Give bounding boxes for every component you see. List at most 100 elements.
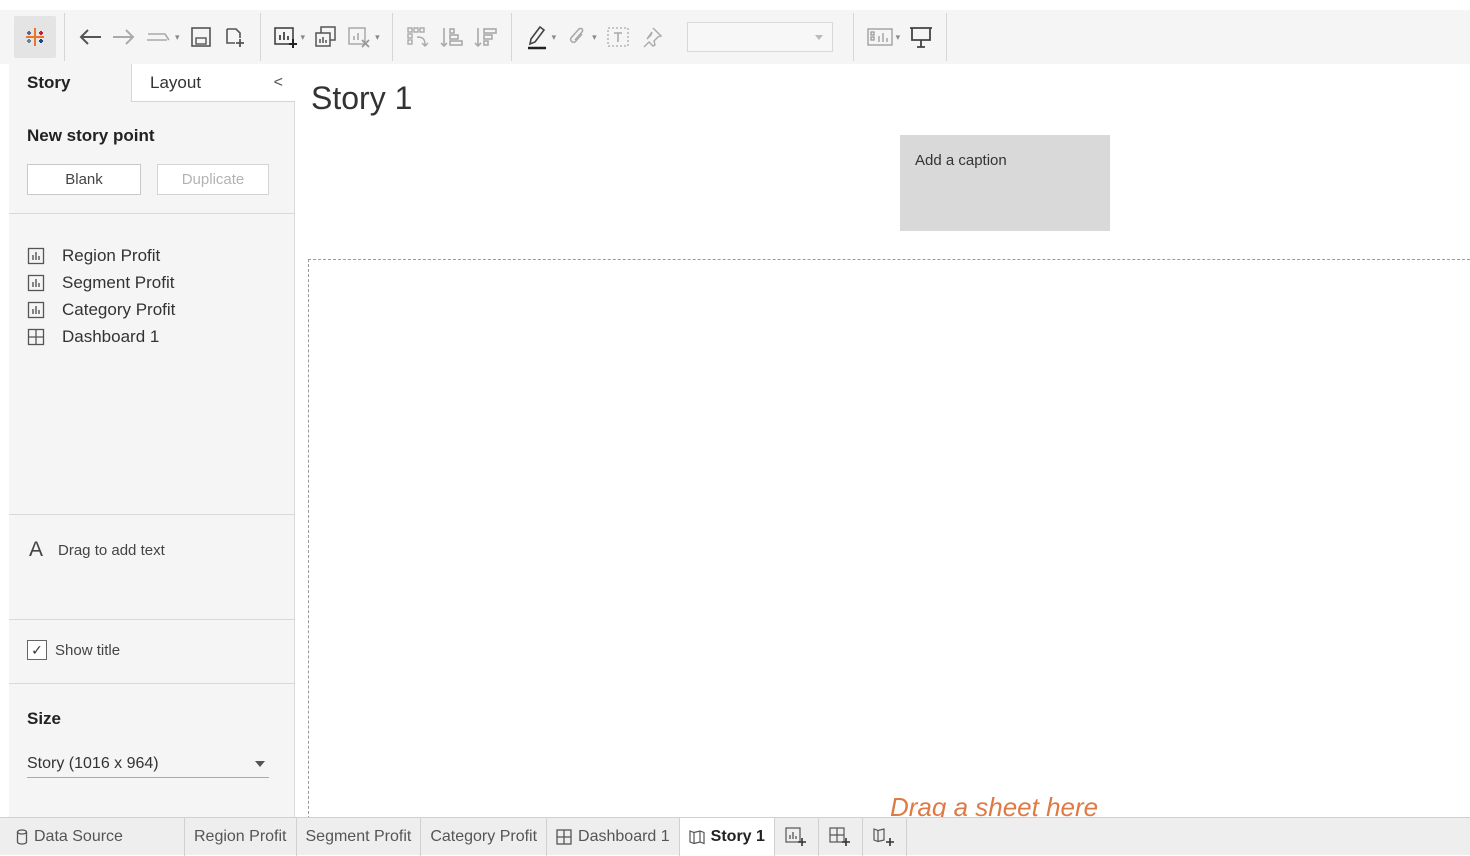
highlighter-pen-icon — [527, 25, 546, 50]
bar-chart-icon — [27, 274, 49, 292]
sheet-item-dashboard-1[interactable]: Dashboard 1 — [27, 323, 175, 350]
replay-button[interactable] — [145, 20, 173, 54]
swap-icon — [406, 27, 429, 47]
tab-dashboard-1[interactable]: Dashboard 1 — [547, 818, 680, 856]
sheet-item-category-profit[interactable]: Category Profit — [27, 296, 175, 323]
clear-sheet-button[interactable] — [347, 20, 373, 54]
fit-dropdown-caret-icon — [814, 35, 823, 40]
collapse-chevron-left-icon[interactable]: < — [274, 74, 283, 92]
sort-ascending-button[interactable] — [439, 20, 465, 54]
panel-divider — [9, 683, 295, 684]
replay-dropdown-icon[interactable]: ▾ — [175, 32, 180, 43]
dropdown-caret-icon — [255, 761, 265, 767]
show-me-chart-icon — [867, 28, 893, 46]
panel-divider — [9, 619, 295, 620]
swap-rows-columns-button[interactable] — [405, 20, 431, 54]
text-a-icon: A — [29, 538, 44, 561]
save-button[interactable] — [188, 20, 214, 54]
tab-story[interactable]: Story — [9, 64, 131, 102]
show-title-checkbox[interactable]: ✓ — [27, 640, 47, 660]
size-heading: Size — [27, 709, 62, 728]
size-dropdown-value: Story (1016 x 964) — [27, 754, 159, 772]
new-worksheet-dropdown-icon[interactable]: ▾ — [301, 32, 306, 43]
sheet-item-label: Segment Profit — [62, 272, 175, 292]
redo-button[interactable] — [111, 20, 137, 54]
sheet-tab-bar: Data Source Region Profit Segment Profit… — [0, 817, 1470, 856]
sheet-item-segment-profit[interactable]: Segment Profit — [27, 269, 175, 296]
toolbar-separator — [852, 13, 854, 61]
sheet-drop-zone[interactable] — [308, 259, 1470, 829]
bar-chart-icon — [27, 247, 49, 265]
clear-sheet-dropdown-icon[interactable]: ▾ — [375, 32, 380, 43]
drag-to-add-text-item[interactable]: A Drag to add text — [29, 538, 165, 562]
bar-chart-icon — [27, 301, 49, 319]
tab-story-1[interactable]: Story 1 — [679, 818, 775, 856]
blank-button[interactable]: Blank — [27, 164, 141, 195]
tab-layout[interactable]: Layout < — [131, 64, 295, 102]
group-dropdown-icon[interactable]: ▾ — [592, 32, 597, 43]
sheet-list: Region Profit Segment Profit Category Pr… — [27, 242, 175, 350]
toolbar-separator — [946, 13, 948, 61]
tab-region-profit[interactable]: Region Profit — [185, 818, 297, 856]
size-dropdown[interactable]: Story (1016 x 964) — [27, 750, 269, 778]
story-book-icon — [689, 829, 705, 845]
add-data-source-icon — [225, 28, 244, 47]
tab-layout-label: Layout — [150, 73, 202, 92]
arrow-left-icon — [79, 29, 101, 45]
checkmark-icon: ✓ — [31, 641, 43, 658]
tableau-logo-icon[interactable] — [14, 16, 56, 58]
presentation-icon — [910, 27, 933, 48]
fix-axes-button[interactable] — [639, 20, 665, 54]
replay-arrow-icon — [147, 33, 170, 41]
highlight-button[interactable] — [524, 20, 550, 54]
panel-divider — [9, 514, 295, 515]
presentation-mode-button[interactable] — [908, 20, 934, 54]
new-dashboard-tab-button[interactable] — [819, 818, 863, 856]
tab-label: Region Profit — [194, 828, 287, 845]
sort-descending-button[interactable] — [473, 20, 499, 54]
show-title-label: Show title — [55, 641, 121, 659]
tab-category-profit[interactable]: Category Profit — [421, 818, 548, 856]
new-worksheet-icon — [273, 27, 297, 48]
undo-button[interactable] — [77, 20, 103, 54]
story-point-caption[interactable]: Add a caption — [900, 135, 1110, 231]
tab-data-source[interactable]: Data Source — [0, 818, 185, 856]
pin-icon — [643, 27, 662, 48]
drag-to-add-text-label: Drag to add text — [58, 541, 165, 559]
new-data-source-button[interactable] — [222, 20, 248, 54]
show-title-option[interactable]: ✓ Show title — [27, 640, 120, 660]
toolbar-separator — [64, 13, 65, 61]
story-side-panel: Story Layout < New story point Blank Dup… — [9, 64, 295, 817]
arrow-right-icon — [113, 29, 135, 45]
caption-placeholder: Add a caption — [915, 152, 1007, 169]
sheet-item-label: Category Profit — [62, 299, 176, 319]
show-mark-labels-button[interactable] — [605, 20, 631, 54]
tab-label: Data Source — [34, 828, 123, 845]
sheet-item-region-profit[interactable]: Region Profit — [27, 242, 175, 269]
tab-segment-profit[interactable]: Segment Profit — [297, 818, 422, 856]
tab-label: Story 1 — [710, 828, 765, 845]
paperclip-icon — [570, 27, 584, 44]
save-icon — [190, 27, 211, 47]
group-members-button[interactable] — [564, 20, 590, 54]
sort-descending-icon — [474, 28, 497, 48]
toolbar-separator — [510, 13, 512, 61]
text-label-icon — [607, 27, 629, 47]
tab-label: Segment Profit — [305, 828, 412, 845]
panel-tabs: Story Layout < — [9, 64, 295, 102]
new-worksheet-tab-button[interactable] — [775, 818, 819, 856]
highlight-dropdown-icon[interactable]: ▾ — [552, 32, 557, 43]
new-worksheet-button[interactable] — [273, 20, 299, 54]
dashboard-grid-icon — [27, 328, 49, 346]
panel-divider — [9, 213, 295, 214]
fit-dropdown[interactable] — [686, 22, 833, 52]
duplicate-sheet-icon — [315, 26, 336, 47]
show-me-dropdown-icon[interactable]: ▾ — [896, 32, 901, 43]
duplicate-sheet-button[interactable] — [313, 20, 339, 54]
new-story-icon — [873, 828, 895, 846]
new-story-tab-button[interactable] — [863, 818, 907, 856]
dashboard-grid-icon — [556, 829, 572, 845]
story-title[interactable]: Story 1 — [311, 80, 412, 117]
show-me-button[interactable] — [866, 20, 894, 54]
duplicate-button[interactable]: Duplicate — [157, 164, 269, 195]
